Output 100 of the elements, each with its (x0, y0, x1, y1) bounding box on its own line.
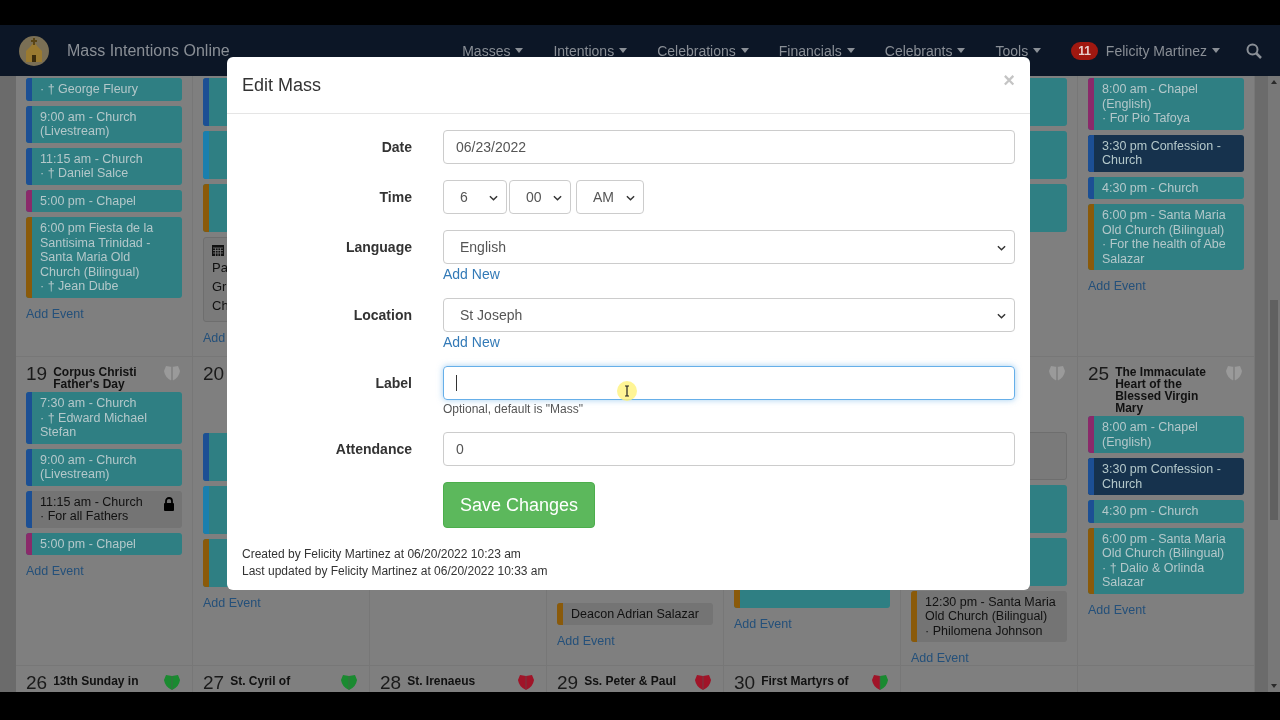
feast-title: 13th Sunday in (53, 675, 139, 687)
select-field[interactable]: English (443, 230, 1015, 264)
add-event-link[interactable]: Add Event (1088, 279, 1146, 293)
chevron-icon (997, 245, 1006, 251)
add-event-link[interactable]: Add Event (911, 651, 969, 665)
mass-event[interactable]: 5:00 pm - Chapel (26, 189, 182, 212)
event-time: 7:30 am - Church (40, 396, 138, 411)
mass-event[interactable]: 12:30 pm - Santa Maria Old Church (Bilingual) · Philomena Johnson (911, 590, 1067, 642)
add-event-link[interactable]: Add (203, 331, 226, 345)
mass-event[interactable]: 11:15 am - Church · † Daniel Salce (26, 147, 182, 185)
audit-text: Last updated by Felicity Martinez at 06/20/2022 10:33 am (242, 563, 549, 580)
nav-menu[interactable]: Masses (462, 42, 524, 59)
mass-event[interactable]: 11:15 am - Church · For all Fathers (26, 490, 182, 528)
event-intention: · † Edward Michael Stefan (40, 410, 148, 440)
event-time: 8:00 am - Chapel (English) (1102, 420, 1199, 449)
add-event-link[interactable]: Add Event (26, 306, 84, 321)
nav-menu[interactable]: Tools (995, 42, 1042, 59)
day-number: 29 (557, 672, 579, 692)
event-intention: · For Pio Tafoya (1102, 111, 1191, 126)
mass-event[interactable]: 8:00 am - Chapel (English) (1088, 416, 1244, 453)
event-time: 4:30 pm - Church (1102, 180, 1200, 195)
caret-icon (740, 48, 749, 53)
save-button[interactable]: Save Changes (443, 482, 596, 528)
event-time: 3:30 pm Confession - Church (1102, 138, 1222, 168)
day-number: 20 (203, 363, 225, 385)
event-time: 4:30 pm - Church (1102, 504, 1200, 519)
event-intention: · For all Fathers (40, 509, 130, 524)
mass-event[interactable]: 4:30 pm - Church (1088, 176, 1244, 199)
event-time: 11:15 am - Church (40, 151, 144, 166)
event-time: 11:15 am - Church (40, 494, 144, 509)
audit-text: Created by Felicity Martinez at 06/20/2022 10:23 am (242, 546, 522, 563)
add-new-link[interactable]: Add New (443, 334, 500, 350)
mass-event[interactable]: · † George Fleury (26, 78, 182, 101)
caret-icon (619, 48, 628, 53)
event-time: 12:30 pm - Santa Maria Old Church (Bilingual) (925, 594, 1057, 624)
time-select[interactable]: AM (576, 180, 644, 214)
add-event-link[interactable]: Add Event (1088, 602, 1146, 617)
text-field[interactable]: 06/23/2022 (443, 130, 1015, 164)
mass-event[interactable]: 9:00 am - Church (Livestream) (26, 448, 182, 486)
mass-event[interactable]: 8:00 am - Chapel (English) · For Pio Tafoya (1088, 78, 1244, 130)
feast-title: Corpus Christi (53, 366, 137, 378)
time-select[interactable]: 00 (509, 180, 571, 214)
event-intention: · Philomena Johnson (925, 623, 1044, 638)
event-time: 5:00 pm - Chapel (40, 193, 137, 208)
event-time: 3:30 pm Confession - Church (1102, 462, 1222, 491)
chevron-icon (997, 313, 1006, 319)
caret-icon (1033, 48, 1042, 53)
feast-title: Ss. Peter & Paul (584, 675, 677, 687)
event-time: 9:00 am - Church (Livestream) (40, 109, 138, 139)
add-event-link[interactable]: Add Event (203, 596, 261, 610)
mass-event[interactable]: 6:00 pm - Santa Maria Old Church (Bilingual) · † Dalio & Orlinda Salazar (1088, 527, 1244, 594)
event-intention: · † George Fleury (40, 82, 139, 97)
caret-icon (957, 48, 966, 53)
user-menu[interactable]: Felicity Martinez (1105, 42, 1220, 59)
event-intention: · † Jean Dube (40, 279, 120, 294)
app-title[interactable]: Mass Intentions Online (67, 41, 230, 60)
nav-menu[interactable]: Celebrants (884, 42, 966, 59)
field-label: Label (375, 375, 412, 391)
mass-event[interactable]: 9:00 am - Church (Livestream) (26, 105, 182, 143)
event-intention: · For the health of Abe Salazar (1102, 237, 1227, 266)
event-time: 5:00 pm - Chapel (40, 536, 137, 551)
mass-event[interactable]: Deacon Adrian Salazar (557, 602, 713, 625)
caret-icon (846, 48, 855, 53)
chevron-icon (489, 195, 498, 201)
close-button[interactable]: × (1003, 70, 1015, 90)
text-field[interactable] (443, 366, 1015, 400)
mass-event[interactable]: 7:30 am - Church · † Edward Michael Stefan (26, 392, 182, 444)
add-new-link[interactable]: Add New (443, 266, 500, 282)
note-text: Gr (212, 278, 228, 296)
text-field[interactable]: 0 (443, 432, 1015, 466)
event-time: 6:00 pm Fiesta de la Santisima Trinidad - Santa Maria Old Church (Bilingual) (40, 221, 155, 279)
scrollbar-drawing[interactable] (1268, 76, 1280, 692)
mass-event[interactable]: 5:00 pm - Chapel (26, 532, 182, 555)
chevron-icon (553, 195, 562, 201)
nav-menu[interactable]: Financials (778, 42, 855, 59)
mass-event[interactable]: 3:30 pm Confession - Church (1088, 458, 1244, 495)
day-number: 26 (26, 672, 48, 692)
field-label: Attendance (335, 441, 412, 457)
feast-title: Father's Day (53, 378, 126, 390)
nav-menu[interactable]: Celebrations (657, 42, 749, 59)
nav-menu[interactable]: Intentions (553, 42, 628, 59)
mass-event[interactable]: 6:00 pm - Santa Maria Old Church (Bilingual) · For the health of Abe Salazar (1088, 204, 1244, 270)
time-select[interactable]: 6 (443, 180, 507, 214)
day-number: 19 (26, 363, 48, 385)
caret-icon (1212, 48, 1220, 53)
add-event-link[interactable]: Add Event (734, 617, 792, 631)
event-intention: · † Daniel Salce (40, 166, 130, 181)
add-event-link[interactable]: Add Event (26, 564, 84, 578)
mass-event[interactable]: 3:30 pm Confession - Church (1088, 134, 1244, 172)
search-icon[interactable] (1246, 42, 1262, 59)
event-intention: · † Dalio & Orlinda Salazar (1102, 560, 1206, 590)
feast-title: St. Cyril of (230, 675, 291, 687)
chevron-icon (626, 195, 635, 201)
select-field[interactable]: St Joseph (443, 298, 1015, 332)
cursor-highlight (616, 380, 638, 402)
add-event-link[interactable]: Add Event (557, 634, 615, 648)
mass-event[interactable]: 4:30 pm - Church (1088, 500, 1244, 523)
mass-event[interactable]: 6:00 pm Fiesta de la Santisima Trinidad - Santa Maria Old Church (Bilingual) · † Jean Dube (26, 217, 182, 298)
day-number: 30 (734, 672, 756, 692)
church-logo-icon[interactable] (18, 34, 50, 67)
